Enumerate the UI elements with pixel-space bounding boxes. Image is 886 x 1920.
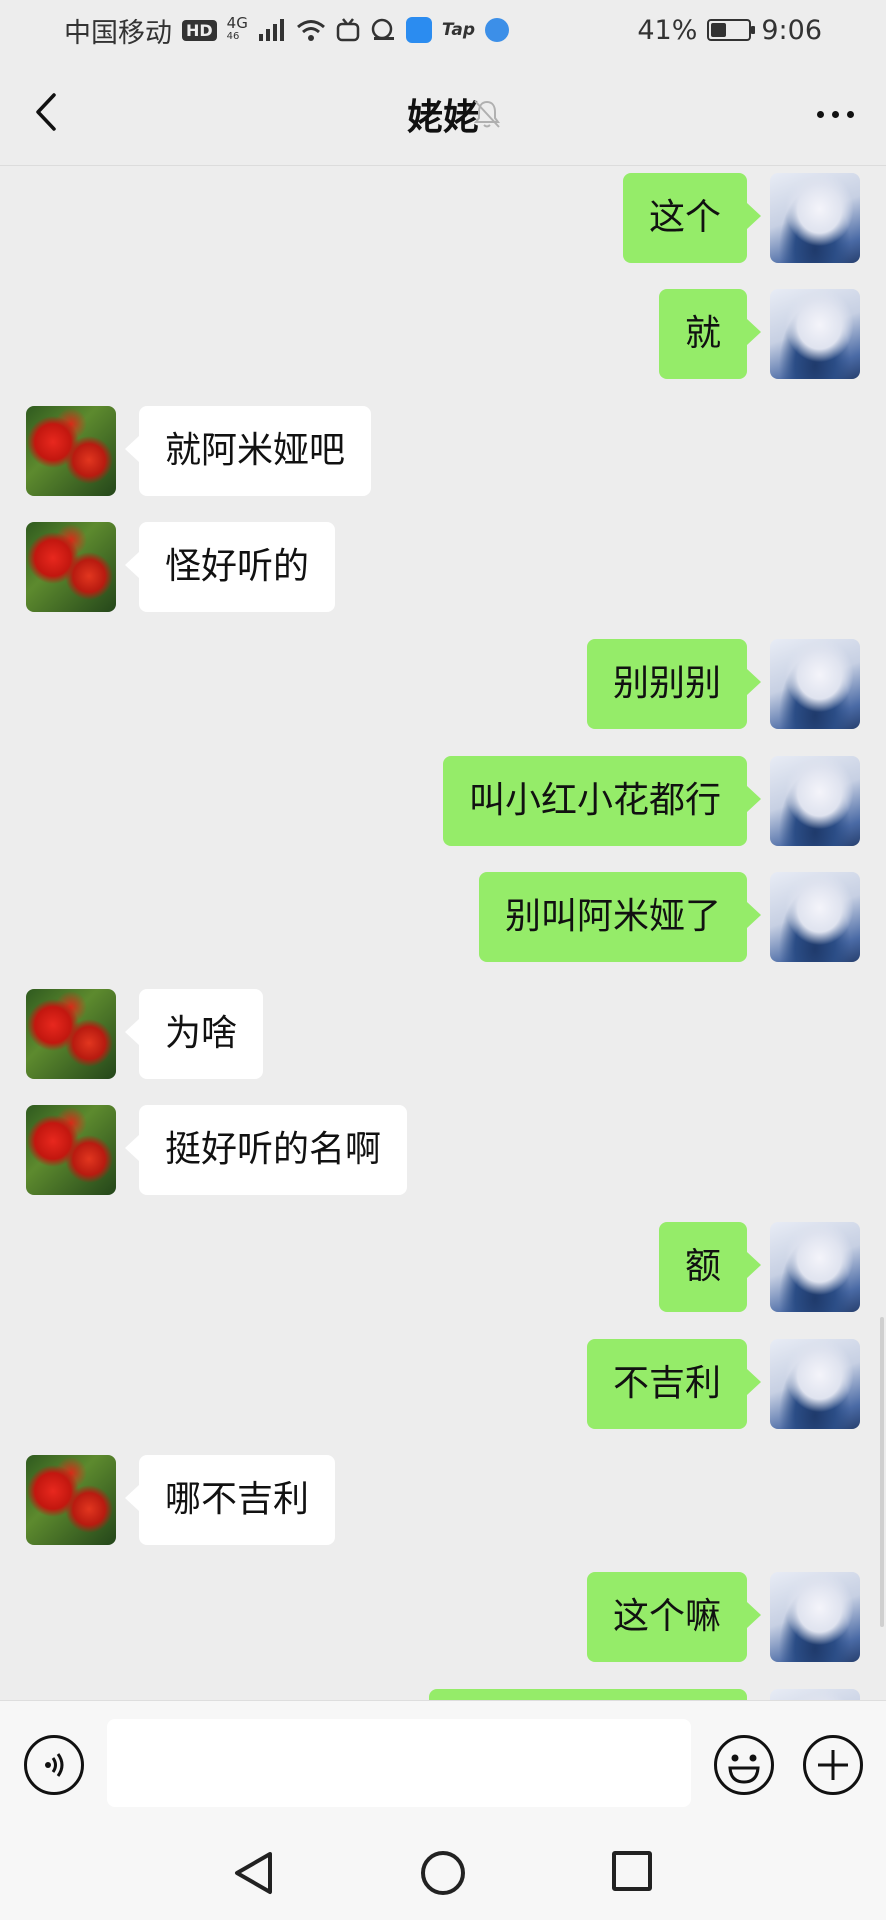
network-type-bottom: 46	[226, 31, 240, 42]
hd-badge: HD	[182, 19, 217, 41]
message-bubble[interactable]: 别别别	[587, 639, 761, 729]
voice-button[interactable]	[24, 1735, 84, 1795]
more-button[interactable]	[810, 96, 860, 132]
outgoing-message: 就	[0, 289, 886, 379]
signal-icon	[258, 19, 284, 41]
my-avatar[interactable]	[770, 173, 860, 263]
incoming-message: 哪不吉利	[0, 1455, 886, 1545]
outgoing-message: 这个嘛	[0, 1572, 886, 1662]
contact-avatar[interactable]	[26, 406, 116, 496]
wifi-icon	[296, 20, 325, 41]
incoming-message: 怪好听的	[0, 522, 886, 612]
my-avatar[interactable]	[770, 1689, 860, 1700]
message-bubble[interactable]: 额	[659, 1222, 761, 1312]
my-avatar[interactable]	[770, 756, 860, 846]
system-back-icon[interactable]	[232, 1850, 276, 1896]
more-functions-button[interactable]	[803, 1735, 863, 1795]
emoji-button[interactable]	[714, 1735, 774, 1795]
outgoing-message: 这个	[0, 173, 886, 263]
incoming-message: 挺好听的名啊	[0, 1105, 886, 1195]
network-type: 4G 46	[227, 16, 248, 44]
incoming-message: 就阿米娅吧	[0, 406, 886, 496]
tap-app-icon: Tap	[441, 20, 476, 40]
plus-icon	[818, 1750, 848, 1780]
message-bubble[interactable]: 就	[659, 289, 761, 379]
app-notification-icon	[371, 18, 394, 40]
contact-avatar[interactable]	[26, 522, 116, 612]
chat-header: 姥姥	[0, 60, 886, 166]
more-dot	[816, 110, 824, 118]
outgoing-message: 别别别	[0, 639, 886, 729]
contact-avatar[interactable]	[26, 1455, 116, 1545]
message-bubble[interactable]: 别叫阿米娅了	[479, 872, 761, 962]
system-home-icon[interactable]	[421, 1851, 465, 1895]
my-avatar[interactable]	[770, 1572, 860, 1662]
message-list[interactable]: 这个就就阿米娅吧怪好听的别别别叫小红小花都行别叫阿米娅了为啥挺好听的名啊额不吉利…	[0, 167, 886, 1700]
outgoing-message: 别叫阿米娅了	[0, 872, 886, 962]
message-bubble[interactable]: 叫小红小花都行	[443, 756, 761, 846]
message-bubble[interactable]: 不吉利	[587, 1339, 761, 1429]
battery-percent: 41%	[637, 14, 698, 46]
message-bubble[interactable]: 为啥	[125, 989, 263, 1079]
emoji-icon	[728, 1754, 760, 1784]
my-avatar[interactable]	[770, 639, 860, 729]
system-recents-icon[interactable]	[612, 1851, 652, 1891]
input-bar	[0, 1700, 886, 1826]
my-avatar[interactable]	[770, 1339, 860, 1429]
voice-icon	[45, 1753, 64, 1777]
tv-app-icon	[336, 18, 360, 42]
clock: 9:06	[761, 14, 822, 46]
outgoing-message: 不吉利	[0, 1339, 886, 1429]
more-dot	[846, 110, 854, 118]
carrier-label: 中国移动	[64, 17, 172, 49]
message-bubble[interactable]: 怪好听的	[125, 522, 335, 612]
my-avatar[interactable]	[770, 1222, 860, 1312]
message-bubble[interactable]: 哪不吉利	[125, 1455, 335, 1545]
chat-title[interactable]: 姥姥	[0, 88, 886, 140]
message-bubble[interactable]: 这个	[623, 173, 761, 263]
my-avatar[interactable]	[770, 289, 860, 379]
status-right: 41% 9:06	[637, 15, 822, 46]
message-bubble[interactable]	[429, 1689, 747, 1700]
more-dot	[831, 110, 839, 118]
outgoing-message: 叫小红小花都行	[0, 756, 886, 846]
outgoing-message: 额	[0, 1222, 886, 1312]
network-type-top: 4G	[226, 14, 248, 32]
message-bubble[interactable]: 这个嘛	[587, 1572, 761, 1662]
system-navigation-bar	[0, 1826, 886, 1920]
status-bar: 中国移动 HD 4G 46 Tap 41% 9:06	[0, 0, 886, 60]
message-bubble[interactable]: 挺好听的名啊	[125, 1105, 407, 1195]
battery-fill	[711, 23, 727, 37]
message-bubble[interactable]: 就阿米娅吧	[125, 406, 371, 496]
app-shield-icon	[405, 17, 432, 43]
status-left: 中国移动 HD 4G 46 Tap	[64, 11, 510, 50]
bell-off-icon	[474, 100, 500, 128]
incoming-message: 为啥	[0, 989, 886, 1079]
contact-avatar[interactable]	[26, 1105, 116, 1195]
contact-avatar[interactable]	[26, 989, 116, 1079]
battery-icon	[707, 19, 756, 41]
my-avatar[interactable]	[770, 872, 860, 962]
browser-app-icon	[485, 18, 510, 42]
outgoing-message	[0, 1689, 886, 1700]
message-input[interactable]	[107, 1719, 691, 1807]
